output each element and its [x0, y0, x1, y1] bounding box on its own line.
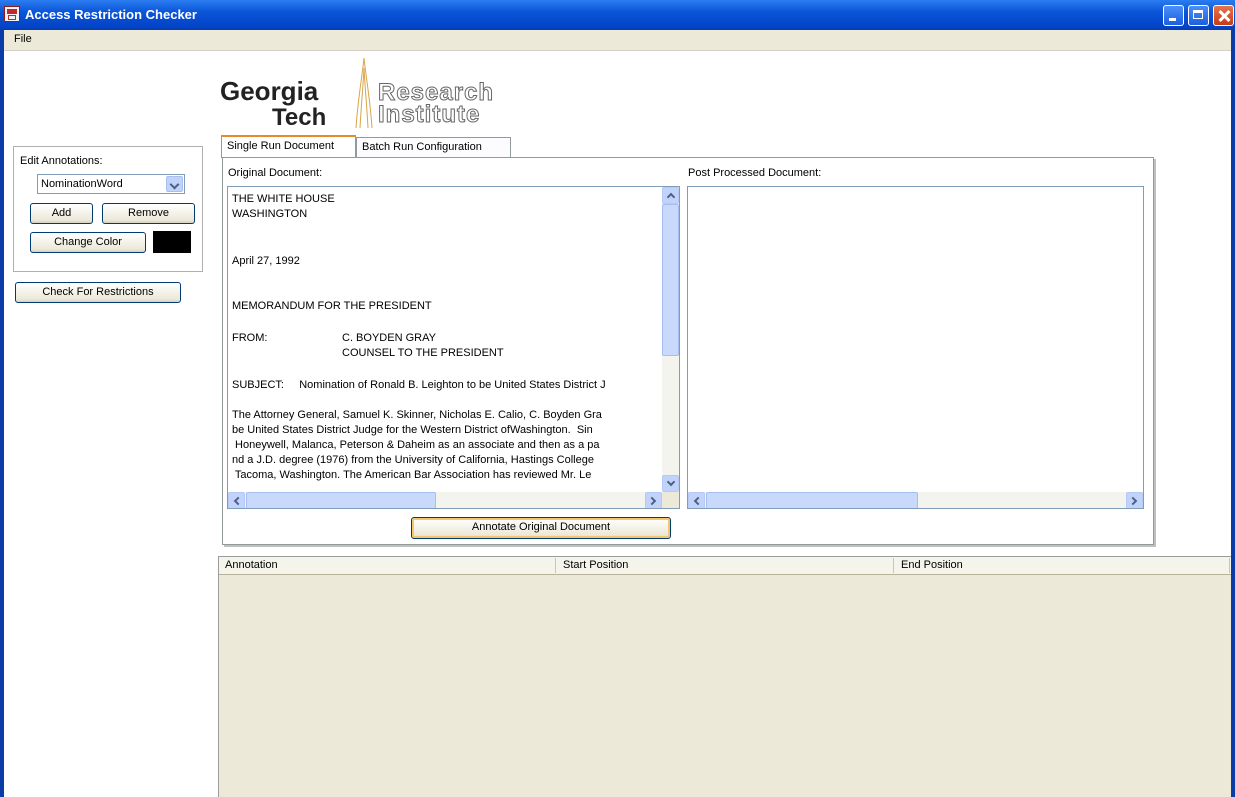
doc-line: Tacoma, Washington. The American Bar Ass…	[232, 469, 592, 481]
doc-line: THE WHITE HOUSE	[232, 193, 335, 205]
chevron-down-icon[interactable]	[166, 176, 183, 192]
check-restrictions-button[interactable]: Check For Restrictions	[15, 282, 181, 303]
logo-institute-word: Institute	[377, 101, 481, 128]
logo-tech: Tech	[272, 104, 327, 131]
scroll-right-icon[interactable]	[1126, 492, 1143, 508]
maximize-button[interactable]	[1188, 5, 1209, 26]
horizontal-scroll-thumb[interactable]	[246, 492, 436, 508]
scroll-left-icon[interactable]	[688, 492, 705, 508]
flame-icon	[355, 58, 373, 129]
annotations-table[interactable]: Annotation Start Position End Position	[218, 556, 1231, 797]
table-header: Annotation Start Position End Position	[219, 557, 1231, 575]
vertical-scroll-thumb[interactable]	[662, 204, 679, 356]
minimize-button[interactable]	[1163, 5, 1184, 26]
scroll-up-icon[interactable]	[662, 187, 679, 204]
doc-line: SUBJECT: Nomination of Ronald B. Leighto…	[232, 379, 606, 391]
doc-line: April 27, 1992	[232, 255, 300, 267]
annotation-type-value: NominationWord	[41, 178, 123, 190]
add-button[interactable]: Add	[30, 203, 93, 224]
scroll-down-icon[interactable]	[662, 475, 679, 492]
doc-line: The Attorney General, Samuel K. Skinner,…	[232, 409, 602, 421]
doc-line: be United States District Judge for the …	[232, 424, 593, 436]
annotation-type-select[interactable]: NominationWord	[37, 174, 185, 194]
change-color-button[interactable]: Change Color	[30, 232, 146, 253]
title-bar[interactable]: Access Restriction Checker	[0, 0, 1235, 30]
remove-button[interactable]: Remove	[102, 203, 195, 224]
annotation-color-swatch	[153, 231, 191, 253]
tab-single-run[interactable]: Single Run Document	[221, 135, 356, 158]
processed-document-label: Post Processed Document:	[688, 167, 822, 179]
doc-line: MEMORANDUM FOR THE PRESIDENT	[232, 300, 432, 312]
column-start-position[interactable]: Start Position	[563, 559, 628, 571]
doc-line: C. BOYDEN GRAY	[342, 332, 436, 344]
java-app-icon	[4, 6, 20, 22]
menu-file[interactable]: File	[14, 33, 32, 45]
processed-horizontal-scrollbar[interactable]	[688, 492, 1143, 508]
annotate-original-button[interactable]: Annotate Original Document	[411, 517, 671, 539]
close-button[interactable]	[1213, 5, 1234, 26]
doc-line: nd a J.D. degree (1976) from the Univers…	[232, 454, 594, 466]
horizontal-scroll-thumb[interactable]	[706, 492, 918, 508]
tab-batch-run[interactable]: Batch Run Configuration	[356, 137, 511, 157]
column-end-position[interactable]: End Position	[901, 559, 963, 571]
original-vertical-scrollbar[interactable]	[662, 187, 679, 492]
original-document-pane[interactable]: THE WHITE HOUSE WASHINGTON April 27, 199…	[227, 186, 680, 509]
doc-line: Honeywell, Malanca, Peterson & Daheim as…	[232, 439, 600, 451]
doc-line: FROM:	[232, 332, 268, 344]
processed-document-pane[interactable]	[687, 186, 1144, 509]
logo-research: Research Institute	[377, 80, 494, 128]
doc-line: WASHINGTON	[232, 208, 308, 220]
scroll-right-icon[interactable]	[645, 492, 662, 508]
window-title: Access Restriction Checker	[25, 7, 197, 22]
doc-line: COUNSEL TO THE PRESIDENT	[342, 347, 504, 359]
scroll-corner	[662, 492, 679, 508]
logo-georgia: Georgia	[220, 76, 319, 106]
column-divider[interactable]	[1229, 558, 1230, 573]
original-document-label: Original Document:	[228, 167, 323, 179]
scroll-left-icon[interactable]	[228, 492, 245, 508]
column-divider[interactable]	[893, 558, 894, 573]
gtri-logo: Georgia Tech Research Institute	[220, 58, 520, 138]
menu-bar: File	[4, 30, 1231, 51]
column-annotation[interactable]: Annotation	[225, 559, 278, 571]
original-horizontal-scrollbar[interactable]	[228, 492, 662, 508]
edit-annotations-label: Edit Annotations:	[20, 155, 103, 167]
column-divider[interactable]	[555, 558, 556, 573]
